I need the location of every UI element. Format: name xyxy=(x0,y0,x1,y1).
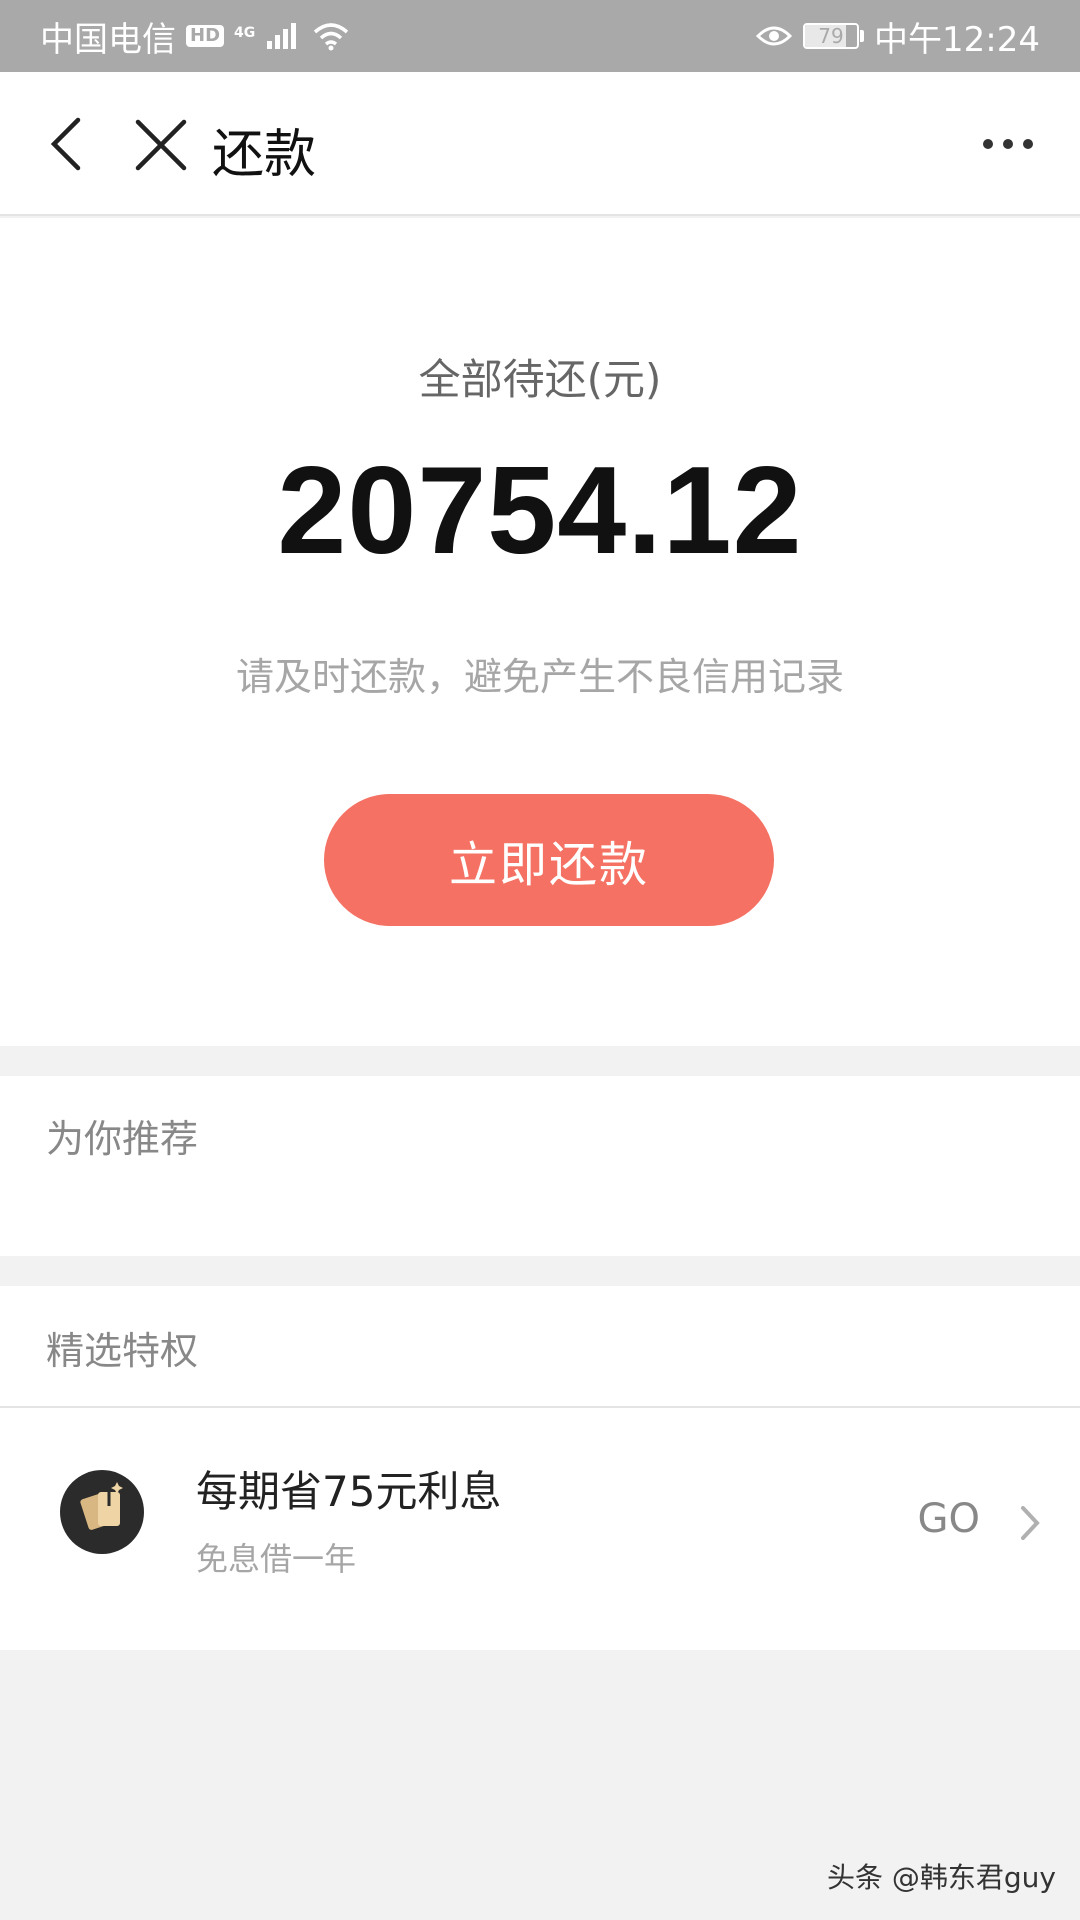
clock: 中午12:24 xyxy=(874,19,1040,60)
privilege-item-subtitle: 免息借一年 xyxy=(196,1540,357,1578)
privilege-section: 精选特权 每期省75元利息 免息借一年 GO xyxy=(0,1286,1080,1650)
repayment-reminder: 请及时还款，避免产生不良信用记录 xyxy=(235,655,844,699)
status-left: 中国电信 HD 4G xyxy=(40,12,351,61)
nav-bar: 还款 xyxy=(0,72,1080,216)
signal-icon xyxy=(267,23,297,49)
wifi-icon xyxy=(314,23,349,51)
status-bar: 中国电信 HD 4G 79 中午12:24 xyxy=(0,0,1080,72)
battery-tip xyxy=(860,30,865,42)
repayment-summary-card: 全部待还(元) 20754.12 请及时还款，避免产生不良信用记录 立即还款 xyxy=(0,218,1080,1046)
chevron-right-icon xyxy=(1021,1506,1040,1540)
status-right: 79 中午12:24 xyxy=(755,12,1040,61)
privilege-header: 精选特权 xyxy=(0,1286,1080,1408)
privilege-title: 精选特权 xyxy=(46,1329,199,1373)
repay-now-button[interactable]: 立即还款 xyxy=(324,794,774,926)
total-due-amount: 20754.12 xyxy=(277,442,803,580)
page-title: 还款 xyxy=(212,125,317,185)
close-icon[interactable] xyxy=(134,118,188,172)
recommend-section: 为你推荐 xyxy=(0,1076,1080,1256)
eye-icon xyxy=(755,26,793,46)
back-arrow-icon[interactable] xyxy=(46,114,86,174)
total-due-label: 全部待还(元) xyxy=(418,355,662,404)
battery-level: 79 xyxy=(818,24,844,48)
privilege-item[interactable]: 每期省75元利息 免息借一年 GO xyxy=(0,1408,1080,1650)
battery-indicator: 79 xyxy=(803,23,865,49)
battery-icon: 79 xyxy=(803,23,860,49)
more-options-icon[interactable] xyxy=(980,134,1036,154)
network-type: 4G xyxy=(234,24,256,41)
go-link[interactable]: GO xyxy=(918,1496,980,1542)
cards-icon xyxy=(60,1470,144,1554)
screen: 中国电信 HD 4G 79 中午12:24 还款 全部待还(元) 20754.1… xyxy=(0,0,1080,1920)
watermark: 头条 @韩东君guy xyxy=(827,1861,1056,1894)
carrier-name: 中国电信 xyxy=(40,19,176,60)
recommend-title: 为你推荐 xyxy=(46,1117,199,1161)
privilege-item-title: 每期省75元利息 xyxy=(196,1467,502,1516)
hd-badge: HD xyxy=(186,25,225,47)
